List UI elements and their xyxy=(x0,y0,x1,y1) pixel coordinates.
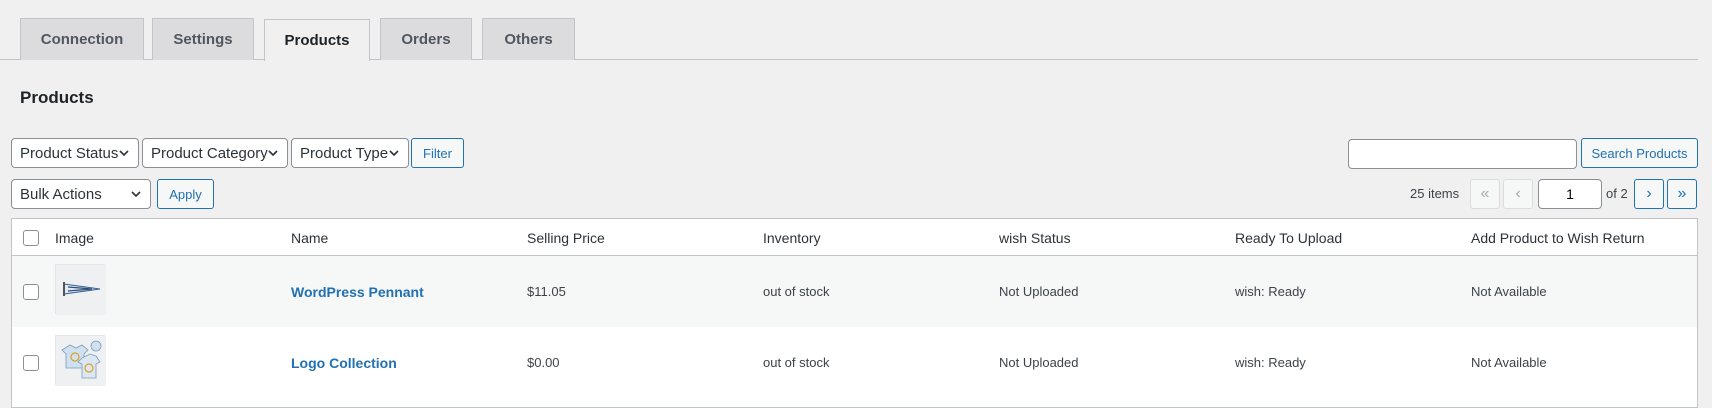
last-page-button[interactable]: » xyxy=(1667,179,1697,209)
inventory-status: out of stock xyxy=(763,355,830,370)
products-table: Image Name Selling Price Inventory wish … xyxy=(11,218,1698,408)
wish-status: Not Uploaded xyxy=(999,355,1079,370)
column-header-wish-return: Add Product to Wish Return xyxy=(1471,229,1645,246)
select-all-checkbox[interactable] xyxy=(23,230,39,246)
product-status-select[interactable]: Product Status xyxy=(11,138,139,168)
current-page-input[interactable] xyxy=(1538,179,1602,209)
product-status-label: Product Status xyxy=(20,144,119,162)
chevron-down-icon xyxy=(131,191,141,198)
wish-return-status: Not Available xyxy=(1471,284,1547,299)
search-input[interactable] xyxy=(1348,139,1577,169)
filter-button[interactable]: Filter xyxy=(411,138,464,168)
inventory-status: out of stock xyxy=(763,284,830,299)
ready-to-upload: wish: Ready xyxy=(1235,355,1306,370)
search-products-button[interactable]: Search Products xyxy=(1581,138,1698,168)
first-page-button[interactable]: « xyxy=(1470,179,1500,209)
tab-orders[interactable]: Orders xyxy=(380,18,472,60)
product-type-select[interactable]: Product Type xyxy=(291,138,409,168)
selling-price: $0.00 xyxy=(527,355,560,370)
table-row: WordPress Pennant $11.05 out of stock No… xyxy=(12,256,1697,327)
wish-status: Not Uploaded xyxy=(999,284,1079,299)
tab-others[interactable]: Others xyxy=(482,18,575,60)
tab-products[interactable]: Products xyxy=(264,19,370,61)
total-pages-label: of 2 xyxy=(1606,186,1628,201)
column-header-selling-price[interactable]: Selling Price xyxy=(527,219,605,256)
product-name-link[interactable]: WordPress Pennant xyxy=(291,256,424,327)
item-count: 25 items xyxy=(1410,186,1460,201)
tab-settings[interactable]: Settings xyxy=(152,18,254,60)
prev-page-button[interactable]: ‹ xyxy=(1503,179,1533,209)
table-header: Image Name Selling Price Inventory wish … xyxy=(12,219,1697,256)
row-checkbox[interactable] xyxy=(23,355,39,371)
product-category-select[interactable]: Product Category xyxy=(142,138,288,168)
product-type-label: Product Type xyxy=(300,144,389,162)
row-checkbox[interactable] xyxy=(23,284,39,300)
chevron-down-icon xyxy=(268,150,278,157)
logo-collection-image xyxy=(56,336,106,386)
column-header-wish-status: wish Status xyxy=(999,229,1071,246)
product-thumbnail[interactable] xyxy=(55,264,106,315)
table-row: Logo Collection $0.00 out of stock Not U… xyxy=(12,327,1697,398)
ready-to-upload: wish: Ready xyxy=(1235,284,1306,299)
selling-price: $11.05 xyxy=(527,284,566,299)
pennant-image xyxy=(56,265,106,315)
product-category-label: Product Category xyxy=(151,144,268,162)
product-thumbnail[interactable] xyxy=(55,335,106,386)
column-header-inventory: Inventory xyxy=(763,229,821,246)
bulk-actions-label: Bulk Actions xyxy=(20,185,102,203)
tab-connection[interactable]: Connection xyxy=(20,18,144,60)
page-title: Products xyxy=(20,88,94,107)
wish-return-status: Not Available xyxy=(1471,355,1547,370)
apply-button[interactable]: Apply xyxy=(157,179,214,209)
tab-bar: Connection Settings Products Orders Othe… xyxy=(0,0,1698,61)
column-header-ready-to-upload: Ready To Upload xyxy=(1235,229,1343,246)
next-page-button[interactable]: › xyxy=(1634,179,1664,209)
chevron-down-icon xyxy=(119,150,129,157)
chevron-down-icon xyxy=(389,150,399,157)
column-header-name[interactable]: Name xyxy=(291,219,328,256)
product-name-link[interactable]: Logo Collection xyxy=(291,327,397,398)
bulk-actions-select[interactable]: Bulk Actions xyxy=(11,179,151,209)
column-header-image: Image xyxy=(55,229,94,246)
